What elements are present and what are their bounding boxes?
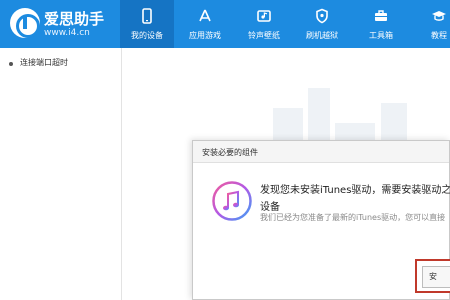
logo-name: 爱思助手	[44, 10, 105, 28]
sidebar: 连接端口超时	[0, 48, 122, 300]
itunes-icon	[212, 181, 252, 221]
dialog-titlebar[interactable]: 安装必要的组件	[193, 141, 449, 163]
install-components-dialog: 安装必要的组件 发现您未安装iTunes驱动，需要安装驱动之后 设备 我们已经为…	[192, 140, 450, 300]
logo-url: www.i4.cn	[44, 28, 90, 38]
toolbox-icon	[375, 10, 387, 21]
ringtone-wallpaper-icon	[257, 10, 271, 22]
tutorial-icon	[432, 11, 446, 21]
nav-label: 工具箱	[369, 31, 393, 40]
dialog-heading-continued: 设备	[260, 202, 280, 213]
nav-my-device[interactable]: 我的设备	[120, 0, 174, 48]
install-button-highlight: 安	[415, 259, 450, 293]
nav-label: 应用游戏	[189, 31, 221, 40]
nav-apps-games[interactable]: 应用游戏	[178, 0, 232, 48]
dialog-title: 安装必要的组件	[202, 148, 258, 157]
app-logo[interactable]: 爱思助手 www.i4.cn	[10, 6, 120, 42]
nav-label: 刷机越狱	[306, 31, 338, 40]
shield-icon	[316, 8, 328, 24]
nav-tutorials[interactable]: 教程	[412, 0, 450, 48]
top-header: 爱思助手 www.i4.cn 我的设备 应用游戏 铃声壁纸 刷机越狱 工具箱 教…	[0, 0, 450, 48]
dialog-heading: 发现您未安装iTunes驱动，需要安装驱动之后	[260, 185, 450, 196]
dialog-description: 我们已经为您准备了最新的iTunes驱动，您可以直接	[260, 213, 446, 222]
nav-flash-jailbreak[interactable]: 刷机越狱	[295, 0, 349, 48]
nav-label: 教程	[431, 31, 447, 40]
nav-ringtones-wallpapers[interactable]: 铃声壁纸	[237, 0, 291, 48]
sidebar-item-label: 连接端口超时	[20, 58, 68, 67]
app-store-icon	[199, 9, 211, 22]
sidebar-item-connection-timeout[interactable]: 连接端口超时	[0, 54, 121, 74]
nav-toolbox[interactable]: 工具箱	[354, 0, 408, 48]
nav-label: 我的设备	[131, 31, 163, 40]
phone-icon	[142, 8, 152, 24]
i4-logo-icon	[10, 8, 40, 38]
nav-label: 铃声壁纸	[248, 31, 280, 40]
bullet-icon	[9, 62, 13, 66]
main-nav: 我的设备 应用游戏 铃声壁纸 刷机越狱 工具箱 教程	[120, 0, 450, 48]
install-button-label: 安	[429, 272, 437, 281]
